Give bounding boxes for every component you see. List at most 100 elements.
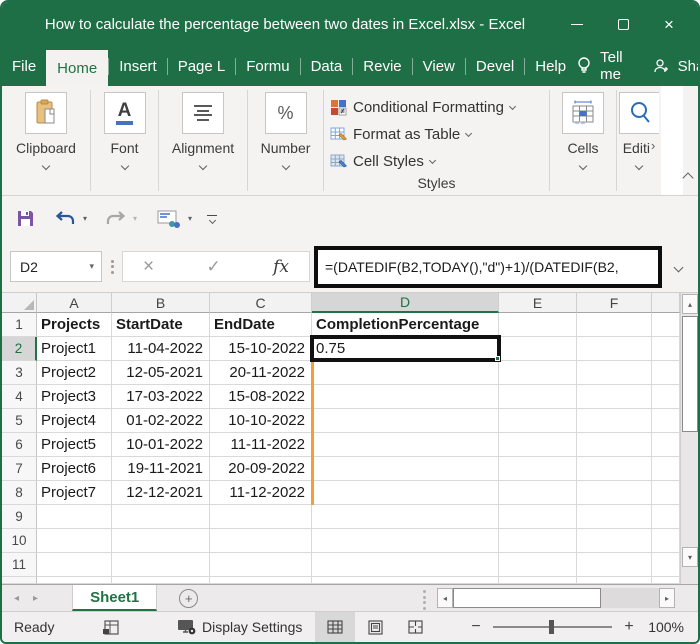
cell-f7[interactable] [577,457,652,481]
cell-f3[interactable] [577,361,652,385]
cell-styles-button[interactable]: Cell Styles [330,148,436,175]
row-header-7[interactable]: 7 [2,457,37,481]
share-person-icon[interactable] [653,58,670,75]
cell-b6[interactable]: 10-01-2022 [112,433,210,457]
row-header-5[interactable]: 5 [2,409,37,433]
cell-b5[interactable]: 01-02-2022 [112,409,210,433]
ribbon-group-clipboard[interactable]: Clipboard [2,86,90,195]
cell-a2[interactable]: Project1 [37,337,112,361]
column-header-b[interactable]: B [112,293,210,313]
cell-e11[interactable] [499,553,577,577]
zoom-in-button[interactable]: + [620,618,638,636]
sheet-tab-sheet1[interactable]: Sheet1 [72,585,158,611]
cell-a5[interactable]: Project4 [37,409,112,433]
cell-c1[interactable]: EndDate [210,313,312,337]
cell-d6[interactable] [312,433,499,457]
cell-b1[interactable]: StartDate [112,313,210,337]
horizontal-scrollbar[interactable]: ◂ ▸ [437,588,675,608]
undo-dropdown-icon[interactable]: ▾ [83,214,87,223]
cell-d8[interactable] [312,481,499,505]
tab-help[interactable]: Help [525,46,576,86]
cell-a4[interactable]: Project3 [37,385,112,409]
cell-b11[interactable] [112,553,210,577]
column-header-clipped[interactable] [652,293,680,313]
customize-qat-button[interactable] [207,214,218,224]
zoom-slider[interactable] [493,620,612,634]
collapse-ribbon-button[interactable] [682,169,694,187]
cell-a3[interactable]: Project2 [37,361,112,385]
ribbon-group-alignment[interactable]: Alignment [159,86,247,195]
tell-me-label[interactable]: Tell me [600,49,628,83]
cell-a1[interactable]: Projects [37,313,112,337]
name-box[interactable]: D2 ▾ [10,251,102,282]
column-header-c[interactable]: C [210,293,312,313]
tab-home[interactable]: Home [46,50,109,86]
cell-c7[interactable]: 20-09-2022 [210,457,312,481]
scroll-down-icon[interactable]: ▾ [682,547,698,567]
cell-b9[interactable] [112,505,210,529]
cell-e9[interactable] [499,505,577,529]
ribbon-group-font[interactable]: A Font [91,86,158,195]
row-header-2[interactable]: 2 [2,337,37,361]
tab-formu[interactable]: Formu [236,46,299,86]
cell-e8[interactable] [499,481,577,505]
cell-g6[interactable] [652,433,680,457]
cell-b3[interactable]: 12-05-2021 [112,361,210,385]
scroll-up-icon[interactable]: ▴ [682,294,698,314]
prev-sheet-icon[interactable]: ◂ [14,593,19,604]
next-sheet-icon[interactable]: ▸ [33,593,38,604]
cell-g3[interactable] [652,361,680,385]
save-button[interactable] [16,209,35,228]
cell-e3[interactable] [499,361,577,385]
cell-b4[interactable]: 17-03-2022 [112,385,210,409]
name-box-dropdown-icon[interactable]: ▾ [89,261,94,272]
tab-data[interactable]: Data [301,46,353,86]
vertical-scrollbar[interactable]: ▴ ▾ [680,293,698,584]
formula-bar-expand-icon[interactable] [673,258,684,276]
format-as-table-button[interactable]: Format as Table [330,121,473,148]
cell-e4[interactable] [499,385,577,409]
scroll-right-icon[interactable]: ▸ [659,588,675,608]
tell-me-bulb-icon[interactable] [576,56,592,76]
cell-d1[interactable]: CompletionPercentage [312,313,499,337]
ribbon-group-editing[interactable]: Editi › [617,86,661,195]
cell-g5[interactable] [652,409,680,433]
page-layout-view-button[interactable] [355,612,395,643]
cell-c11[interactable] [210,553,312,577]
undo-button[interactable] [55,211,76,226]
cell-g7[interactable] [652,457,680,481]
redo-button[interactable] [105,211,126,226]
cell-a7[interactable]: Project6 [37,457,112,481]
cell-a10[interactable] [37,529,112,553]
cell-f2[interactable] [577,337,652,361]
cell-d5[interactable] [312,409,499,433]
page-break-preview-button[interactable] [395,612,435,643]
row-header-9[interactable]: 9 [2,505,37,529]
cell-c8[interactable]: 11-12-2022 [210,481,312,505]
cell-d10[interactable] [312,529,499,553]
tab-scroll-grip[interactable] [423,590,426,610]
cell-f10[interactable] [577,529,652,553]
cell-e1[interactable] [499,313,577,337]
cell-c3[interactable]: 20-11-2022 [210,361,312,385]
tab-view[interactable]: View [413,46,465,86]
normal-view-button[interactable] [315,611,355,642]
cell-b2[interactable]: 11-04-2022 [112,337,210,361]
tab-file[interactable]: File [2,46,46,86]
close-button[interactable]: × [646,2,692,46]
select-all-corner[interactable] [2,293,37,313]
email-button[interactable] [157,209,181,229]
zoom-slider-handle[interactable] [548,620,554,634]
cell-f9[interactable] [577,505,652,529]
formula-input[interactable]: =(DATEDIF(B2,TODAY(),"d")+1)/(DATEDIF(B2… [318,259,619,275]
cancel-entry-button[interactable]: × [143,256,154,278]
column-header-d[interactable]: D [312,293,499,313]
cell-e7[interactable] [499,457,577,481]
cell-a6[interactable]: Project5 [37,433,112,457]
insert-function-button[interactable]: fx [273,257,289,277]
cell-c5[interactable]: 10-10-2022 [210,409,312,433]
cells-chevron-icon[interactable] [578,161,588,171]
scroll-left-icon[interactable]: ◂ [437,588,453,608]
column-header-f[interactable]: F [577,293,652,313]
row-header-4[interactable]: 4 [2,385,37,409]
